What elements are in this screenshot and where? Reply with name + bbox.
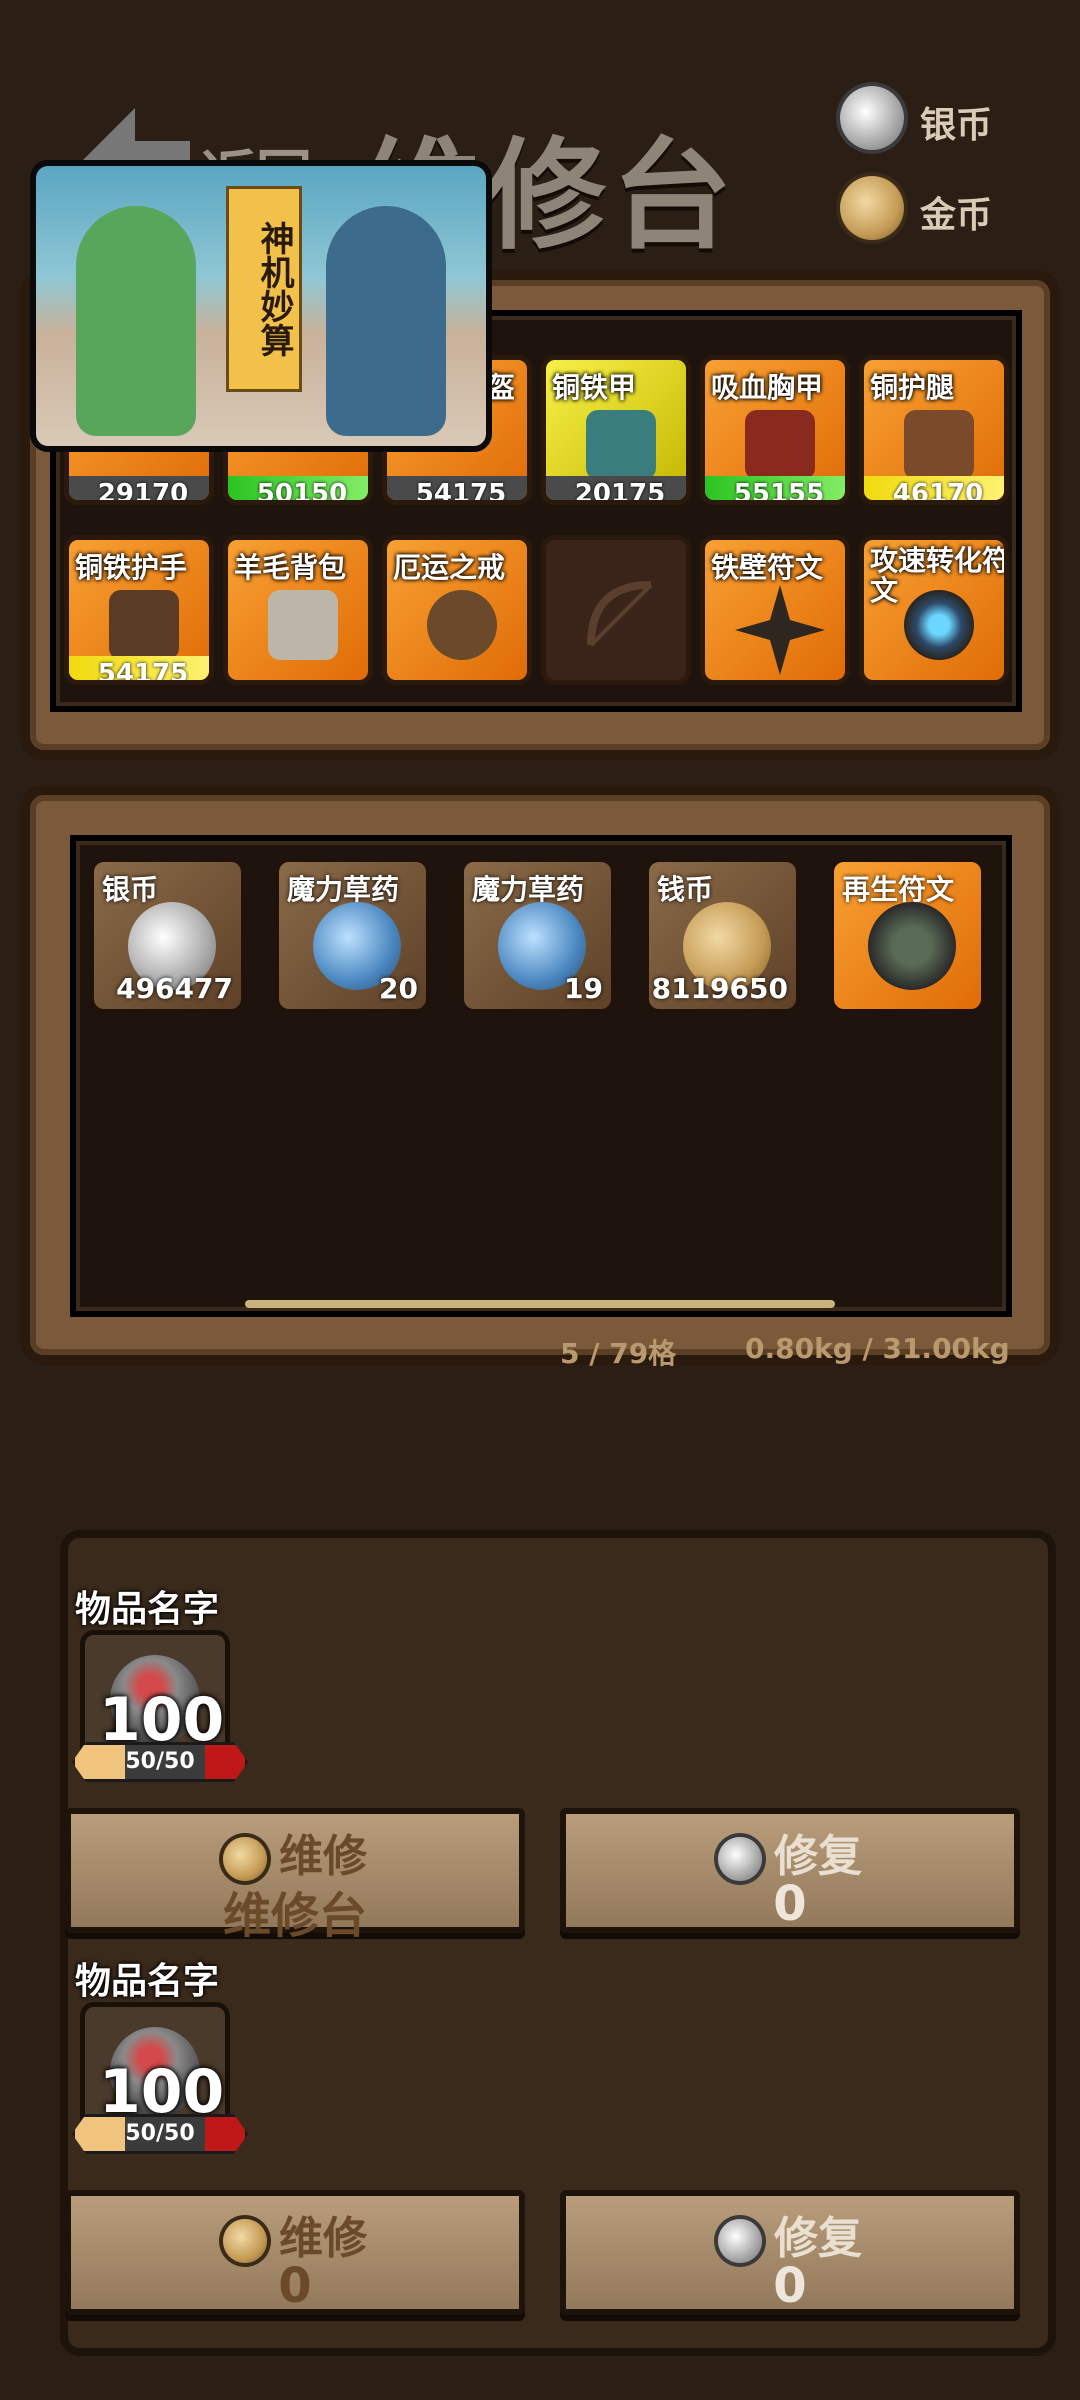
item-title: 物品名字 xyxy=(75,1961,220,2002)
bag-weight: 0.80kg / 31.00kg xyxy=(745,1332,1010,1365)
gauntlet-icon xyxy=(109,590,179,660)
restore-button[interactable]: 修复 0 xyxy=(560,1808,1020,1933)
bag-item-name: 钱币 xyxy=(657,873,714,906)
bag-item-name: 银币 xyxy=(102,873,159,906)
currency-label: 金币 xyxy=(920,195,993,236)
equip-slot-chest[interactable]: 吸血胸甲 55155 xyxy=(700,355,850,505)
bag-capacity: 5 / 79格 xyxy=(560,1337,677,1370)
slot-name: 铁壁符文 xyxy=(711,551,824,584)
repair-cost: 0 xyxy=(278,2258,312,2314)
repair-cost: 维修台 xyxy=(222,1888,367,1944)
value-ribbon: 29170 xyxy=(69,476,209,500)
button-label: 修复 xyxy=(774,2213,862,2264)
repair-button-top: 维修 xyxy=(71,2202,519,2266)
slot-name: 铜铁护手 xyxy=(75,551,188,584)
character-left xyxy=(76,206,196,436)
durability-bar: 50/50 xyxy=(72,2114,248,2154)
ring-icon xyxy=(427,590,497,660)
chest-armor-icon xyxy=(745,410,815,480)
currency-gold[interactable]: 金币 xyxy=(840,176,1040,246)
rune-icon xyxy=(868,902,956,990)
video-banner: 神机妙算 xyxy=(226,186,302,392)
gold-coin-icon xyxy=(223,1837,267,1881)
equip-slot-rune[interactable]: 铁壁符文 xyxy=(700,535,850,685)
currency-silver[interactable]: 银币 xyxy=(840,86,1040,156)
restore-cost: 0 xyxy=(773,1876,807,1932)
slot-name: 吸血胸甲 xyxy=(711,371,824,404)
rune-orb-icon xyxy=(904,590,974,660)
value-ribbon: 20175 xyxy=(546,476,686,500)
repair-button[interactable]: 维修 维修台 xyxy=(65,1808,525,1944)
button-label: 维修 xyxy=(279,2213,367,2264)
value-ribbon: 55155 xyxy=(705,476,845,500)
restore-cost: 0 xyxy=(773,2258,807,2314)
bag-item-name: 魔力草药 xyxy=(472,873,585,906)
restore-button-top: 修复 xyxy=(566,2202,1014,2266)
gold-coin-icon xyxy=(223,2219,267,2263)
restore-button[interactable]: 修复 0 xyxy=(560,2190,1020,2315)
slot-name: 厄运之戒 xyxy=(393,551,506,584)
value-ribbon: 54175 xyxy=(387,476,527,500)
equip-slot-rune2[interactable]: 攻速转化符文 xyxy=(859,535,1009,685)
value-ribbon: 46170 xyxy=(864,476,1004,500)
bag-divider xyxy=(245,1300,835,1308)
bag-item[interactable]: 再生符文 xyxy=(830,858,985,1013)
gold-coin-icon xyxy=(840,176,904,240)
bag-item-count: 496477 xyxy=(116,972,233,1005)
durability-text: 50/50 xyxy=(125,1749,195,1774)
button-label: 维修 xyxy=(279,1831,367,1882)
bow-icon xyxy=(587,581,653,647)
repair-button[interactable]: 维修 0 xyxy=(65,2190,525,2315)
bag-item-count: 19 xyxy=(564,972,603,1005)
slot-name: 羊毛背包 xyxy=(234,551,347,584)
bag-item-count: 20 xyxy=(379,972,418,1005)
equip-slot-bow-empty[interactable] xyxy=(541,535,691,685)
slot-name: 铜护腿 xyxy=(870,371,955,404)
equip-slot-gloves[interactable]: 铜铁护手 54175 xyxy=(64,535,214,685)
bag-item[interactable]: 钱币 8119650 xyxy=(645,858,800,1013)
bag-item[interactable]: 魔力草药 19 xyxy=(460,858,615,1013)
repair-button-top: 维修 xyxy=(71,1820,519,1884)
slot-name: 铜铁甲 xyxy=(552,371,637,404)
video-thumbnail[interactable]: 神机妙算 xyxy=(30,160,492,452)
currency-label: 银币 xyxy=(920,105,993,146)
equip-slot-legs[interactable]: 铜护腿 46170 xyxy=(859,355,1009,505)
greaves-icon xyxy=(904,410,974,480)
bag-item-name: 再生符文 xyxy=(842,873,955,906)
bag-item-count: 8119650 xyxy=(651,972,788,1005)
silver-coin-icon xyxy=(718,2219,762,2263)
equip-slot-backpack[interactable]: 羊毛背包 xyxy=(223,535,373,685)
armor-icon xyxy=(586,410,656,480)
restore-button-top: 修复 xyxy=(566,1820,1014,1884)
rune-star-icon xyxy=(735,585,825,675)
durability-bar: 50/50 xyxy=(72,1742,248,1782)
value-ribbon: 50150 xyxy=(228,476,368,500)
item-title: 物品名字 xyxy=(75,1589,220,1630)
equip-slot-armor[interactable]: 铜铁甲 20175 xyxy=(541,355,691,505)
value-ribbon: 54175 xyxy=(69,656,209,680)
silver-coin-icon xyxy=(840,86,904,150)
durability-text: 50/50 xyxy=(125,2121,195,2146)
button-label: 修复 xyxy=(774,1831,862,1882)
bag-item[interactable]: 魔力草药 20 xyxy=(275,858,430,1013)
character-right xyxy=(326,206,446,436)
silver-coin-icon xyxy=(718,1837,762,1881)
bag-item[interactable]: 银币 496477 xyxy=(90,858,245,1013)
bag-item-name: 魔力草药 xyxy=(287,873,400,906)
equip-slot-ring[interactable]: 厄运之戒 xyxy=(382,535,532,685)
backpack-icon xyxy=(268,590,338,660)
